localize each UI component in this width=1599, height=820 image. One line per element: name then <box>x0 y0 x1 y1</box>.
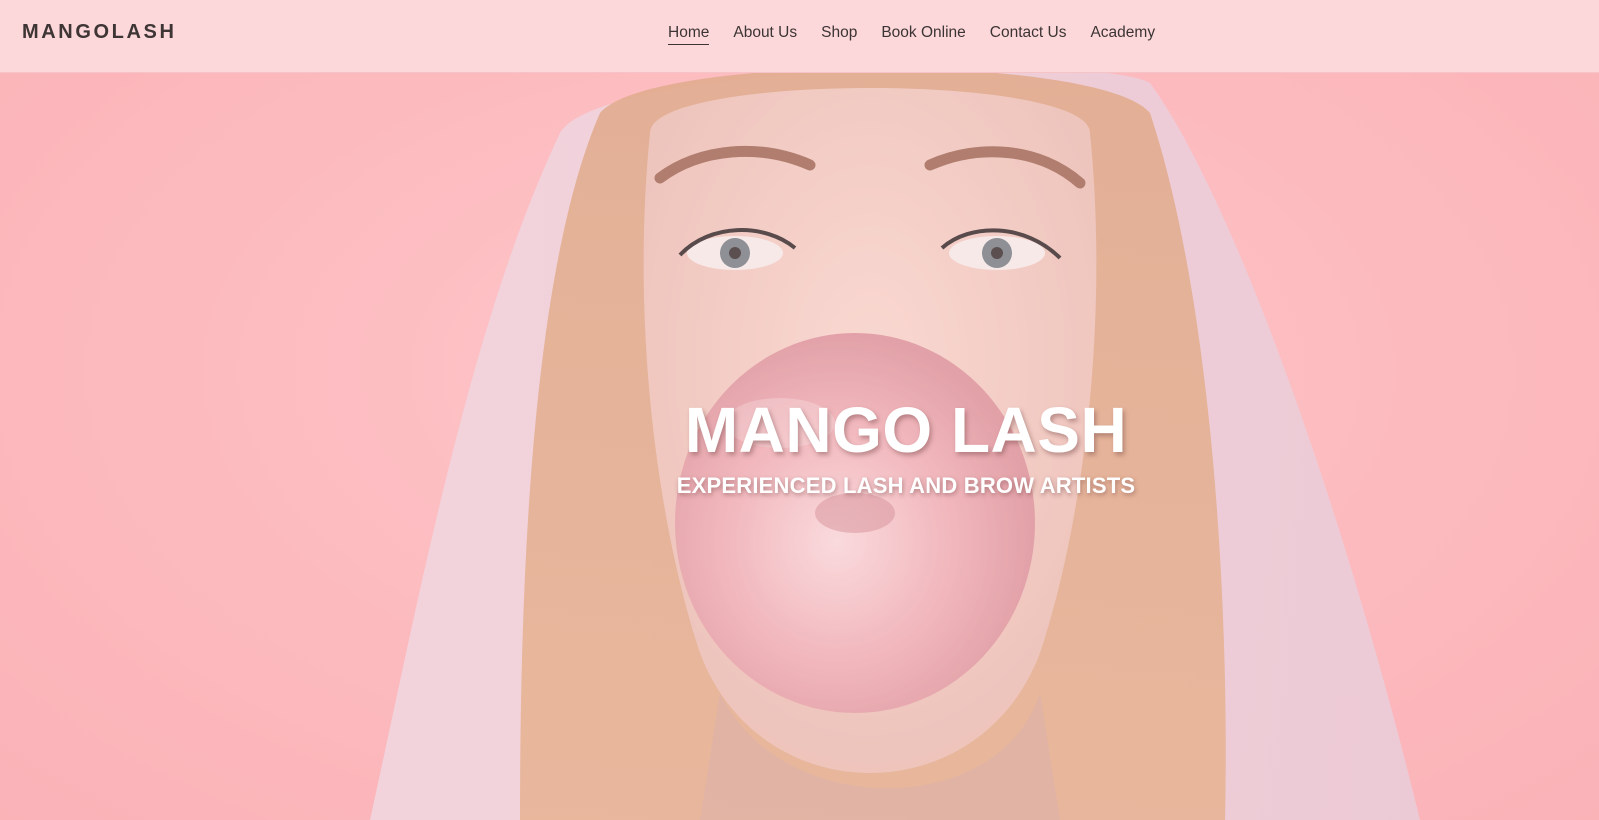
nav-item-academy[interactable]: Academy <box>1090 23 1155 45</box>
nav-item-shop[interactable]: Shop <box>821 23 857 45</box>
nav-item-book-online[interactable]: Book Online <box>881 23 965 45</box>
nav-item-contact-us[interactable]: Contact Us <box>990 23 1067 45</box>
hero-title: MANGO LASH <box>684 394 1128 466</box>
site-logo[interactable]: MANGOLASH <box>22 21 177 44</box>
main-nav: Home About Us Shop Book Online Contact U… <box>668 23 1155 45</box>
nav-item-about-us[interactable]: About Us <box>733 23 797 45</box>
nav-item-home[interactable]: Home <box>668 23 710 45</box>
hero-subtitle: EXPERIENCED LASH AND BROW ARTISTS <box>676 473 1136 498</box>
hero-section: MANGO LASH EXPERIENCED LASH AND BROW ART… <box>0 73 1599 820</box>
site-header: MANGOLASH Home About Us Shop Book Online… <box>0 0 1599 73</box>
hero-text-overlay: MANGO LASH EXPERIENCED LASH AND BROW ART… <box>0 73 1599 820</box>
